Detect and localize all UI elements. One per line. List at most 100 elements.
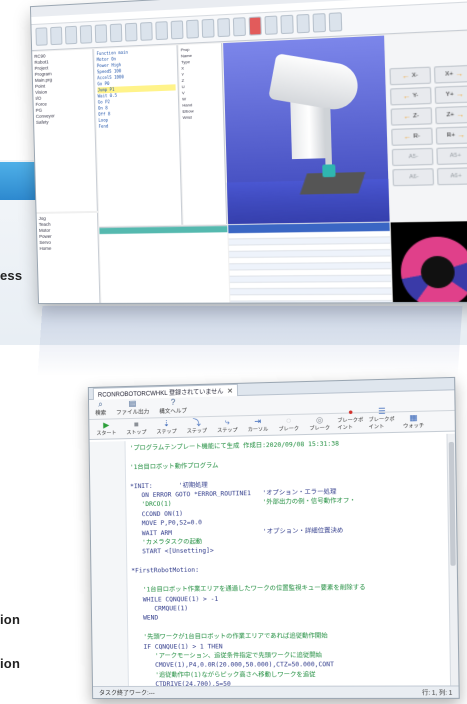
jog-button-z-minusplus[interactable]: Z+ → (434, 105, 467, 125)
jog-button-label: A5- (408, 153, 419, 161)
tracking-wheel-graphic (399, 236, 467, 303)
ribbon-button[interactable] (312, 13, 327, 33)
toolbar-item[interactable]: ▦ ウォッチ (400, 413, 428, 430)
jog-button-a6-minusplus[interactable]: A6+ (436, 167, 467, 186)
output-panel[interactable] (99, 225, 230, 303)
toolbar-item[interactable]: ◌ ブレーク (275, 416, 302, 433)
run-icon: ▶ (103, 420, 110, 430)
jog-panel[interactable]: ← X- X+ → ← Y- Y+ → ← Z- Z+ → ← R- R+ → A5- A5+ A6- A6+ (385, 31, 467, 222)
file-icon: ▤ (128, 398, 137, 408)
toolbar-item-label: ステップ (156, 428, 177, 436)
properties-panel[interactable]: Prop Name Type X Y Z U V W Hand Elbow Wrist (178, 43, 228, 225)
jog-button-a5-minusplus[interactable]: A5+ (435, 146, 467, 165)
jog-button-z-minus[interactable]: ← Z- (390, 107, 432, 126)
ribbon-button[interactable] (264, 15, 278, 35)
ribbon-button[interactable] (35, 27, 48, 46)
jog-button-label: A6- (409, 173, 419, 181)
jog-button-a5-minus[interactable]: A5- (391, 147, 433, 167)
jog-button-x-minusplus[interactable]: X+ → (433, 64, 467, 84)
ribbon-button[interactable] (170, 20, 184, 40)
ribbon-button[interactable] (64, 25, 78, 45)
toolbar-item-label: 検索 (95, 410, 107, 417)
search-icon: ⌕ (98, 399, 103, 409)
toolbar-item[interactable]: ⇣ ステップ (153, 419, 179, 436)
jog-button-x-minus[interactable]: ← X- (389, 66, 431, 86)
jog-settings[interactable] (389, 35, 467, 69)
side-label-3: ion (0, 656, 21, 671)
toolbar-item-label: ウォッチ (403, 423, 425, 430)
toolbar-item[interactable]: ▶ スタート (93, 420, 119, 437)
toolbar-item[interactable]: ◎ ブレーク (306, 415, 333, 432)
ribbon-button[interactable] (124, 22, 138, 42)
code-text[interactable]: 'プログラムテンプレート機能にて生成 作成日:2020/09/08 15:31:… (126, 434, 451, 686)
jog-button-r-minusplus[interactable]: R+ → (435, 126, 467, 145)
toolbar-item[interactable]: ⇥ カーソル (245, 417, 272, 434)
toolbar-item-label: 構文ヘルプ (159, 408, 188, 416)
ribbon-button[interactable] (328, 12, 343, 32)
jog-button-a6-minus[interactable]: A6- (392, 168, 434, 187)
ribbon-button[interactable] (186, 19, 199, 39)
stop-icon: ■ (133, 419, 139, 429)
toolbar-item[interactable]: ? 構文ヘルプ (159, 397, 188, 416)
step-in-icon: ⤷ (224, 417, 230, 427)
jog-button-y-minusplus[interactable]: Y+ → (433, 85, 467, 104)
ribbon-button[interactable] (217, 17, 231, 38)
code-line[interactable]: Fend (98, 121, 176, 130)
toolbar-item[interactable]: ● ブレークポイント (337, 407, 364, 431)
jog-button-r-minus[interactable]: ← R- (391, 127, 433, 146)
toolbar-item[interactable]: ☰ ブレークポイント (368, 406, 396, 430)
ribbon-button[interactable] (140, 21, 153, 41)
ribbon-button[interactable] (232, 17, 246, 37)
ribbon-button[interactable] (201, 18, 215, 38)
project-tree[interactable]: RC90 Robot1 Project Program Main.prg Point Vis… (32, 49, 98, 212)
output-header-bar (99, 226, 228, 235)
bp-all-icon: ◎ (315, 415, 324, 425)
close-icon[interactable]: ✕ (225, 388, 233, 395)
toolbar-item[interactable]: ⤵ ステップ (184, 418, 211, 435)
toolbar-item-label: スタート (96, 430, 117, 437)
tree-item[interactable]: Home (39, 245, 96, 252)
toolbar-item[interactable]: ■ ストップ (123, 420, 149, 437)
toolbar-item-label: ブレークポイント (368, 416, 395, 431)
breakpoint-list-icon: ☰ (378, 406, 386, 416)
jog-button-grid[interactable]: ← X- X+ → ← Y- Y+ → ← Z- Z+ → ← R- R+ → A5- A5+ A6- A6+ (389, 64, 467, 187)
ribbon-button[interactable] (296, 13, 310, 34)
ribbon-button[interactable] (94, 24, 108, 44)
ribbon-button[interactable] (109, 23, 123, 43)
side-label-2: ion (0, 612, 21, 627)
tree-item[interactable]: Safety (36, 118, 92, 126)
scrollbar-thumb[interactable] (448, 441, 456, 566)
ribbon-button[interactable] (50, 26, 63, 46)
toolbar-item-label: ブレークポイント (337, 417, 364, 432)
toolbar-item[interactable]: ⌕ 検索 (95, 400, 106, 417)
jog-button-label: Y- (412, 92, 419, 100)
toolbar-item[interactable]: ⤷ ステップ (214, 417, 241, 434)
record-button[interactable] (248, 16, 262, 36)
toolbar-item-label: ブレーク (309, 425, 331, 432)
toolbar-item[interactable]: ▤ ファイル出力 (116, 398, 149, 417)
ribbon-button[interactable] (79, 25, 93, 44)
secondary-tree[interactable]: Jog Teach Motor Power Servo Home (36, 212, 101, 304)
code-editor[interactable]: 'プログラムテンプレート機能にて生成 作成日:2020/09/08 15:31:… (89, 433, 459, 687)
status-right: 行: 1, 列: 1 (421, 690, 453, 697)
arrow-right-icon: → (456, 110, 465, 119)
jog-button-label: R- (413, 133, 421, 140)
robot-simulator-window: — □ ✕ RC90Robot1ProjectProgramMain.prgPo… (29, 0, 467, 305)
point-table[interactable] (228, 222, 392, 305)
jog-button-y-minus[interactable]: ← Y- (390, 86, 432, 106)
robot-shaft (323, 107, 333, 171)
line-gutter[interactable] (89, 441, 129, 687)
conveyor-tracking-view[interactable] (390, 221, 467, 303)
robot-3d-view[interactable] (223, 35, 390, 224)
ribbon-button[interactable] (155, 21, 169, 41)
property-row[interactable]: Wrist (183, 113, 222, 120)
toolbar-item-label: カーソル (247, 426, 269, 434)
ribbon-button[interactable] (280, 14, 294, 35)
mini-code-panel[interactable]: Function main Motor On Power High SpeedS 10… (94, 45, 183, 226)
code-line[interactable]: '追従動作中(1)ながらピック高さへ移動しワークを追従 (133, 670, 446, 680)
cursor-icon: ⇥ (254, 416, 262, 427)
arrow-left-icon: ← (403, 133, 412, 141)
side-label-1: ess (0, 268, 23, 283)
jog-button-label: Z- (413, 113, 420, 120)
toolbar-item-label: ステップ (186, 428, 208, 435)
